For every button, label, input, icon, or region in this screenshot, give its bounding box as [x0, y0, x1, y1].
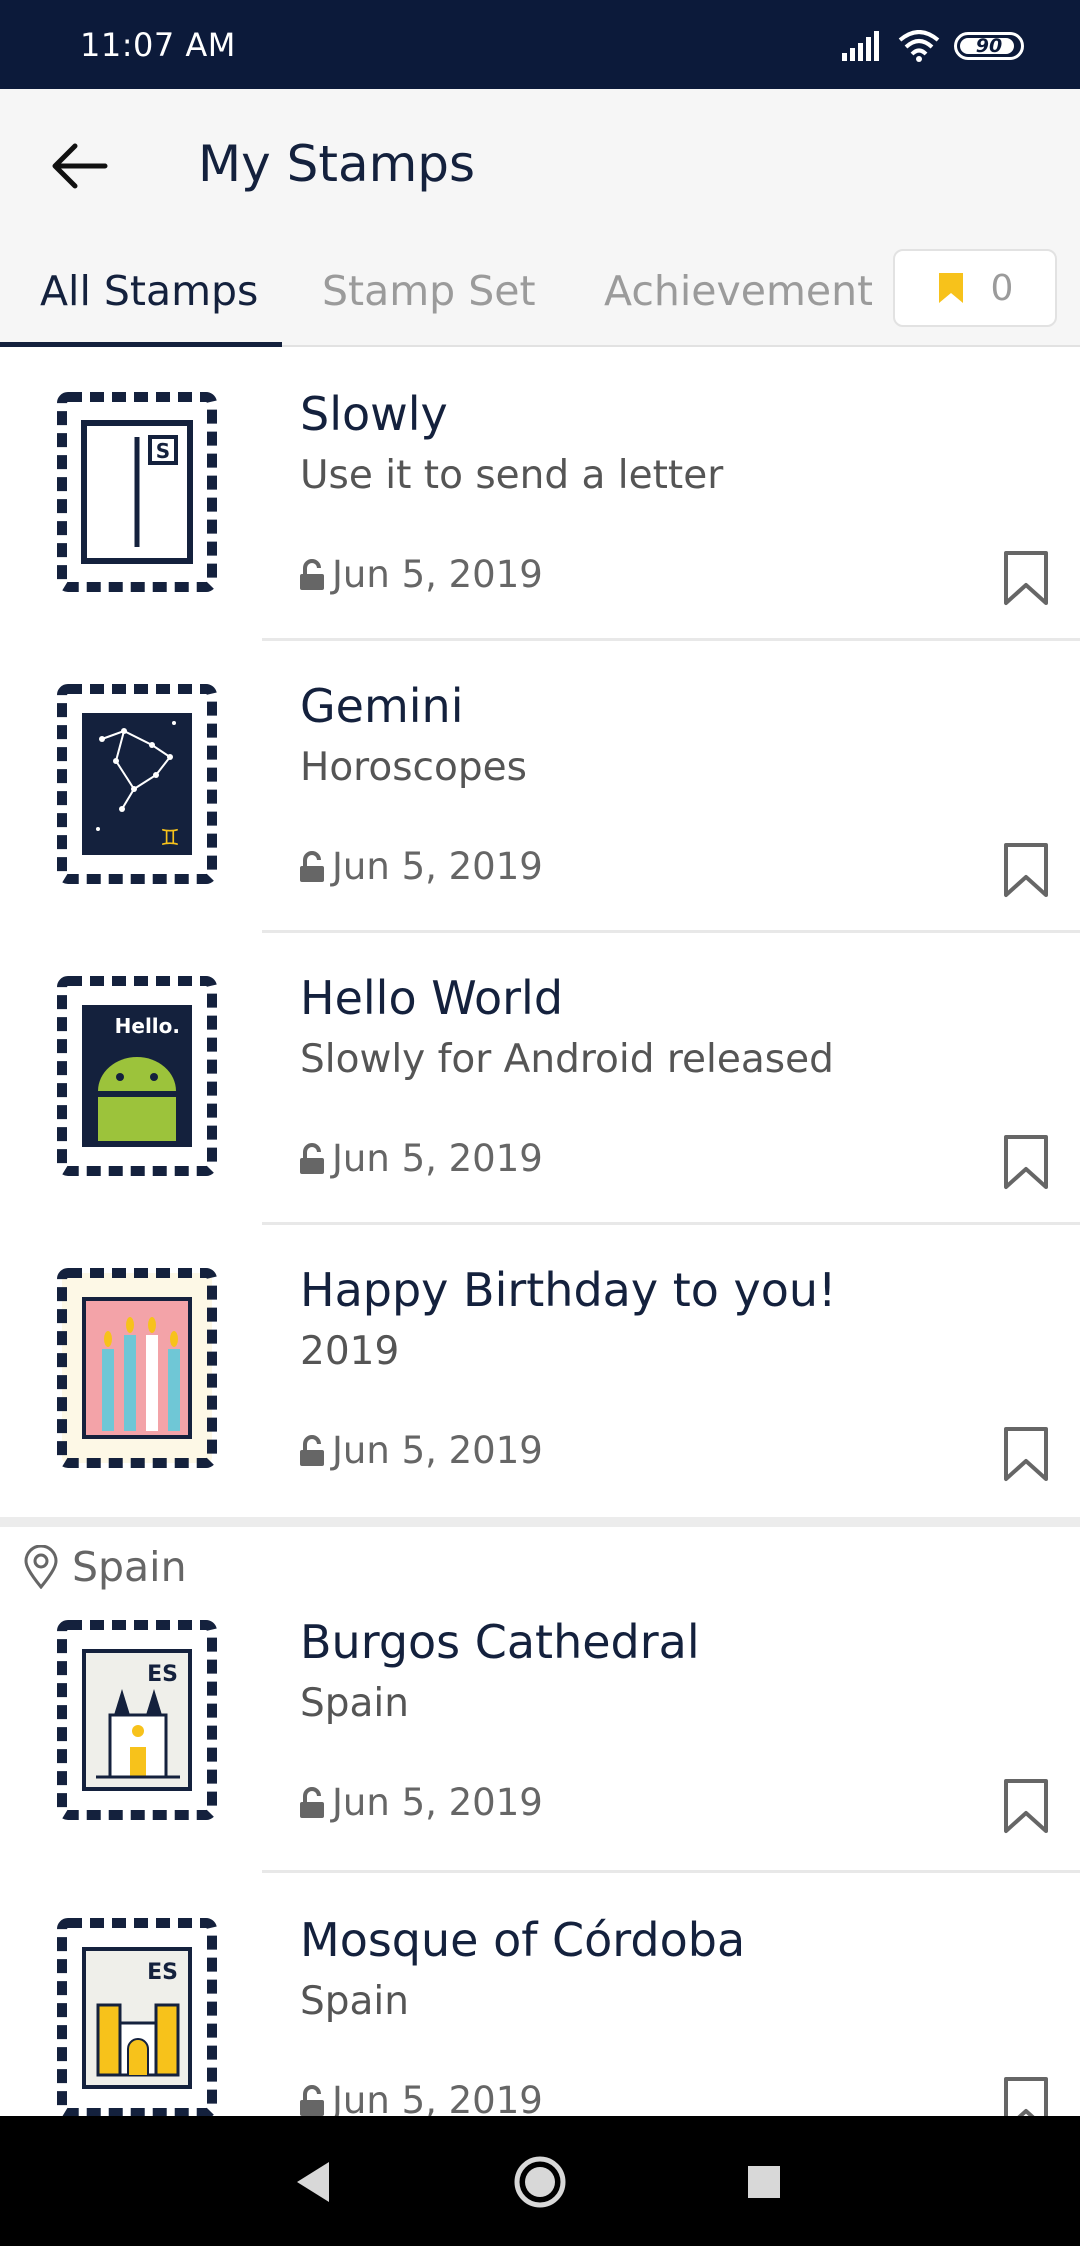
unlock-icon	[300, 1142, 324, 1174]
bookmark-icon[interactable]	[1002, 2075, 1050, 2116]
unlock-icon	[300, 2084, 324, 2116]
stamp-description: Spain	[300, 1979, 409, 2024]
stamp-date: Jun 5, 2019	[298, 553, 543, 596]
tab-achievements[interactable]: Achievements	[604, 267, 872, 315]
slowly-stamp-image: S	[57, 392, 217, 592]
unlock-icon	[300, 558, 324, 590]
stamp-description: Spain	[300, 1681, 409, 1726]
square-recents-icon	[748, 2166, 780, 2198]
stamp-date: Jun 5, 2019	[298, 1137, 543, 1180]
stamp-description: Slowly for Android released	[300, 1037, 834, 1082]
bookmark-icon[interactable]	[1002, 1133, 1050, 1191]
location-pin-icon	[24, 1545, 58, 1589]
stamp-row[interactable]: ♊ Gemini Horoscopes Jun 5, 2019	[0, 641, 1080, 933]
stamp-name: Mosque of Córdoba	[300, 1913, 746, 1967]
stamp-description: Use it to send a letter	[300, 453, 724, 498]
battery-icon: 90	[954, 32, 1024, 60]
stamp-name: Gemini	[300, 679, 464, 733]
page-title: My Stamps	[198, 135, 476, 193]
stamp-row[interactable]: S Slowly Use it to send a letter Jun 5, …	[0, 349, 1080, 641]
unlock-icon	[300, 850, 324, 882]
stamp-date: Jun 5, 2019	[298, 2079, 543, 2116]
stamp-row[interactable]: ES Burgos Cathedral Spain Jun 5, 2019	[0, 1601, 1080, 1893]
nav-home-button[interactable]	[502, 2144, 578, 2220]
stamp-name: Slowly	[300, 387, 448, 441]
stamp-date: Jun 5, 2019	[298, 1429, 543, 1472]
burgos-cathedral-stamp-image: ES	[57, 1620, 217, 1820]
active-tab-indicator	[0, 342, 282, 347]
stamp-list: S Slowly Use it to send a letter Jun 5, …	[0, 349, 1080, 2116]
birthday-stamp-image	[57, 1268, 217, 1468]
system-navigation-bar	[0, 2116, 1080, 2246]
stamp-date: Jun 5, 2019	[298, 1781, 543, 1824]
stamp-description: Horoscopes	[300, 745, 527, 790]
status-icons: 90	[840, 30, 1024, 62]
bookmark-count: 0	[990, 267, 1014, 309]
tab-stamp-set[interactable]: Stamp Set	[322, 267, 536, 315]
stamp-text: ES	[147, 1960, 178, 1985]
nav-back-button[interactable]	[275, 2144, 351, 2220]
location-section-header: Spain	[0, 1527, 1080, 1601]
bookmark-count-button[interactable]: 0	[893, 249, 1057, 327]
bookmark-icon[interactable]	[1002, 841, 1050, 899]
stamp-row[interactable]: ES Mosque of Córdoba Spain Jun 5, 2019	[0, 1873, 1080, 2116]
stamp-text: ES	[147, 1662, 178, 1687]
cordoba-mosque-stamp-image: ES	[57, 1918, 217, 2116]
svg-text:♊: ♊	[160, 826, 180, 851]
circle-home-icon	[514, 2156, 566, 2208]
tab-bar: All Stamps Stamp Set Achievements 0	[0, 239, 1080, 347]
arrow-left-icon	[52, 143, 108, 189]
stamp-name: Happy Birthday to you!	[300, 1263, 837, 1317]
stamp-name: Hello World	[300, 971, 564, 1025]
stamp-text: Hello.	[115, 1014, 180, 1038]
stamp-name: Burgos Cathedral	[300, 1615, 700, 1669]
location-label: Spain	[72, 1543, 187, 1591]
bookmark-filled-icon	[938, 273, 963, 303]
app-bar: My Stamps	[0, 89, 1080, 239]
bookmark-icon[interactable]	[1002, 549, 1050, 607]
tab-all-stamps[interactable]: All Stamps	[40, 267, 258, 315]
bookmark-icon[interactable]	[1002, 1777, 1050, 1835]
unlock-icon	[300, 1434, 324, 1466]
status-bar: 11:07 AM 90	[0, 0, 1080, 89]
bookmark-icon[interactable]	[1002, 1425, 1050, 1483]
svg-text:S: S	[156, 439, 170, 463]
signal-icon	[842, 31, 879, 61]
triangle-back-icon	[297, 2162, 329, 2202]
section-divider	[0, 1517, 1080, 1527]
stamp-row[interactable]: Happy Birthday to you! 2019 Jun 5, 2019	[0, 1225, 1080, 1517]
nav-recents-button[interactable]	[726, 2144, 802, 2220]
stamp-description: 2019	[300, 1329, 400, 1374]
stamp-date: Jun 5, 2019	[298, 845, 543, 888]
stamp-row[interactable]: Hello. Hello World Slowly for Android re…	[0, 933, 1080, 1225]
unlock-icon	[300, 1786, 324, 1818]
gemini-stamp-image: ♊	[57, 684, 217, 884]
android-stamp-image: Hello.	[57, 976, 217, 1176]
wifi-icon	[898, 30, 940, 62]
status-time: 11:07 AM	[80, 26, 236, 64]
back-button[interactable]	[44, 131, 114, 201]
